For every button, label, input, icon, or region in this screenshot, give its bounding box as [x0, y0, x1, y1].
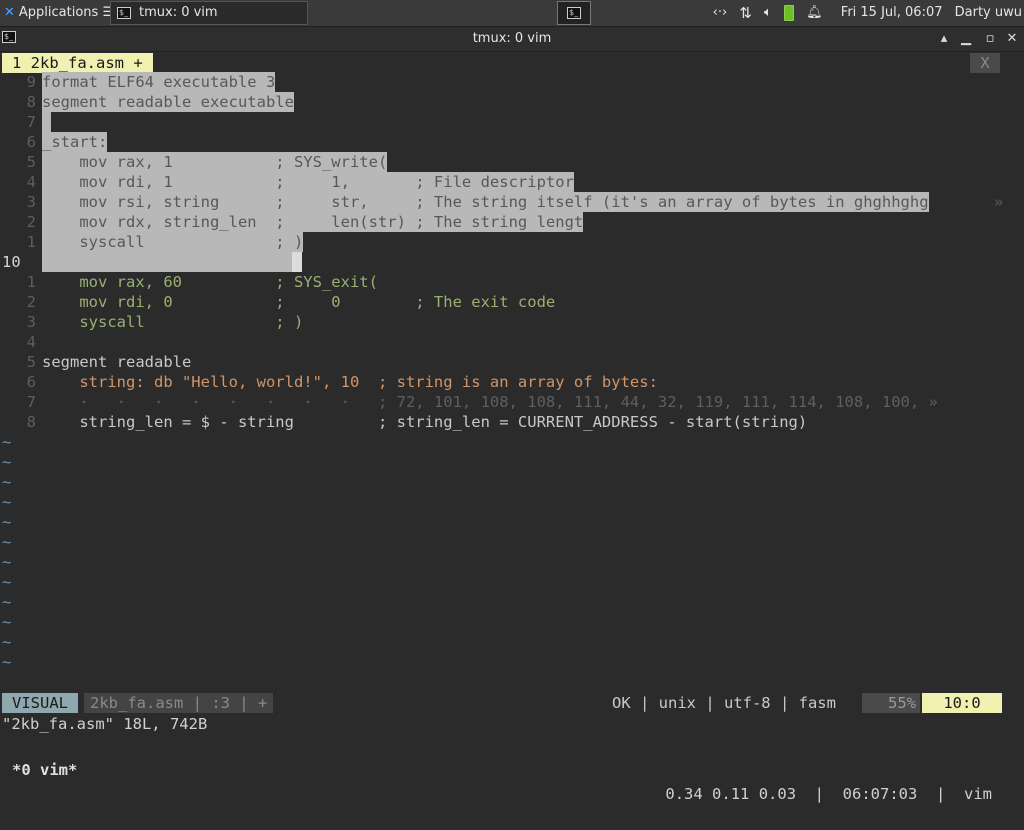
- empty-line-tilde: ~: [2, 553, 12, 571]
- code-line: 4 mov rdi, 1 ; 1, ; File descriptor: [26, 172, 574, 192]
- code-text: syscall ; ): [42, 232, 304, 252]
- empty-line-tilde: ~: [2, 613, 12, 631]
- text-cursor: [292, 252, 302, 272]
- code-line: 5 segment readable: [26, 353, 192, 371]
- terminal-icon: $_: [567, 6, 581, 19]
- wrap-marker: »: [994, 193, 1004, 211]
- empty-lines: ~ ~ ~ ~ ~ ~ ~ ~ ~ ~ ~ ~: [0, 432, 1024, 672]
- code-text: segment readable executable: [42, 92, 294, 112]
- code-text: segment readable: [42, 353, 192, 371]
- file-info: 2kb_fa.asm | :3 | +: [84, 693, 274, 713]
- command-message: "2kb_fa.asm" 18L, 742B: [2, 715, 208, 733]
- maximize-button[interactable]: ▫: [980, 27, 1000, 51]
- notification-bell-icon[interactable]: 🔔︎: [806, 0, 823, 26]
- applications-label: Applications: [18, 5, 99, 20]
- code-text: mov rdi, 0 ; 0 ; The exit code: [42, 293, 556, 311]
- code-text: mov rax, 60 ; SYS_exit(: [42, 273, 378, 291]
- battery-icon[interactable]: [783, 5, 794, 21]
- code-line: 1 syscall ; ): [26, 232, 304, 252]
- code-line: 1 mov rax, 60 ; SYS_exit(: [26, 273, 378, 291]
- empty-line-tilde: ~: [2, 513, 12, 531]
- code-line: 8 segment readable executable: [26, 92, 294, 112]
- tmux-window-tab[interactable]: *0 vim*: [12, 758, 77, 782]
- code-text: · · · · · · · · ; 72, 101, 108, 108, 111…: [42, 393, 938, 411]
- window-title: tmux: 0 vim: [472, 31, 552, 46]
- shade-button[interactable]: ▴: [934, 27, 954, 51]
- top-panel: ✕ Applications ☰ $_ tmux: 0 vim $_ ‹·› ⇅ 🔈…: [0, 0, 1024, 27]
- code-line: 9 format ELF64 executable 3: [26, 72, 276, 92]
- mode-indicator: VISUAL: [2, 693, 78, 713]
- tmux-status-right: 0.34 0.11 0.03 | 06:07:03 | vim: [665, 785, 992, 803]
- empty-line-tilde: ~: [2, 493, 12, 511]
- close-window-button[interactable]: ✕: [1002, 27, 1022, 51]
- workspace-pager-button[interactable]: $_: [557, 1, 591, 25]
- volume-icon[interactable]: 🔈︎: [764, 0, 772, 26]
- terminal-icon: $_: [117, 6, 131, 19]
- scroll-percent: 55%: [862, 693, 920, 713]
- file-format-info: OK | unix | utf-8 | fasm: [612, 694, 836, 712]
- code-line: 2 mov rdi, 0 ; 0 ; The exit code: [26, 293, 556, 311]
- code-text: [42, 112, 52, 132]
- code-text: _start:: [42, 132, 108, 152]
- clock[interactable]: Fri 15 Jul, 06:07: [841, 0, 943, 26]
- code-text: string: db "Hello, world!", 10 ; string …: [42, 373, 658, 391]
- taskbar-title: tmux: 0 vim: [139, 5, 218, 20]
- code-line: 3 mov rsi, string ; str, ; The string it…: [26, 192, 1004, 212]
- code-line: 7 · · · · · · · · ; 72, 101, 108, 108, 1…: [26, 393, 938, 411]
- editor-buffer[interactable]: 9 format ELF64 executable 3 8 segment read…: [0, 72, 1024, 672]
- code-line: 4: [26, 333, 36, 351]
- user-name[interactable]: Darty uwu: [955, 0, 1022, 26]
- empty-line-tilde: ~: [2, 433, 12, 451]
- xfce-logo-icon: ✕: [4, 5, 15, 20]
- tmux-status-bar: *0 vim* 0.34 0.11 0.03 | 06:07:03 | vim: [0, 734, 1024, 803]
- cursor-position: 10:0: [922, 693, 1002, 713]
- empty-line-tilde: ~: [2, 633, 12, 651]
- minimize-button[interactable]: ▁: [956, 27, 976, 51]
- empty-line-tilde: ~: [2, 653, 12, 671]
- empty-line-tilde: ~: [2, 473, 12, 491]
- code-line: 7: [0, 112, 1024, 132]
- applications-menu-button[interactable]: ✕ Applications ☰: [0, 0, 114, 26]
- code-text: mov rsi, string ; str, ; The string itse…: [42, 192, 929, 212]
- code-text: syscall ; ): [42, 313, 304, 331]
- code-line: 6 _start:: [26, 132, 108, 152]
- code-line-current: 10: [0, 252, 1024, 272]
- code-line: 8 string_len = $ - string ; string_len =…: [26, 413, 808, 431]
- vim-tabline: 1 2kb_fa.asm + X: [0, 52, 1024, 73]
- empty-line-tilde: ~: [2, 533, 12, 551]
- tab-close-button[interactable]: X: [970, 53, 1000, 73]
- code-text: mov rdi, 1 ; 1, ; File descriptor: [42, 172, 574, 192]
- vim-statusline: VISUAL 2kb_fa.asm | :3 | + OK | unix | u…: [0, 692, 1024, 714]
- code-text: format ELF64 executable 3: [42, 72, 276, 92]
- code-text: mov rax, 1 ; SYS_write(: [42, 152, 388, 172]
- code-line: 3 syscall ; ): [26, 313, 304, 331]
- window-titlebar[interactable]: $_ tmux: 0 vim ▴ ▁ ▫ ✕: [0, 27, 1024, 52]
- selection-block: [42, 252, 292, 272]
- network-arrows-icon[interactable]: ‹·›: [713, 0, 728, 26]
- code-text: mov rdx, string_len ; len(str) ; The str…: [42, 212, 584, 232]
- code-line: 6 string: db "Hello, world!", 10 ; strin…: [26, 373, 658, 391]
- system-tray: ‹·› ⇅ 🔈︎ 🔔︎ Fri 15 Jul, 06:07 Darty uwu: [709, 0, 1024, 26]
- empty-line-tilde: ~: [2, 593, 12, 611]
- tab-2kb-fa-asm[interactable]: 1 2kb_fa.asm +: [2, 53, 153, 73]
- code-line: 2 mov rdx, string_len ; len(str) ; The s…: [26, 212, 584, 232]
- empty-line-tilde: ~: [2, 453, 12, 471]
- terminal-area[interactable]: 1 2kb_fa.asm + X 9 format ELF64 executabl…: [0, 52, 1024, 803]
- code-text: string_len = $ - string ; string_len = C…: [42, 413, 808, 431]
- network-updown-icon[interactable]: ⇅: [739, 0, 752, 26]
- taskbar-button-tmux[interactable]: $_ tmux: 0 vim: [110, 1, 308, 25]
- code-line: 5 mov rax, 1 ; SYS_write(: [26, 152, 388, 172]
- empty-line-tilde: ~: [2, 573, 12, 591]
